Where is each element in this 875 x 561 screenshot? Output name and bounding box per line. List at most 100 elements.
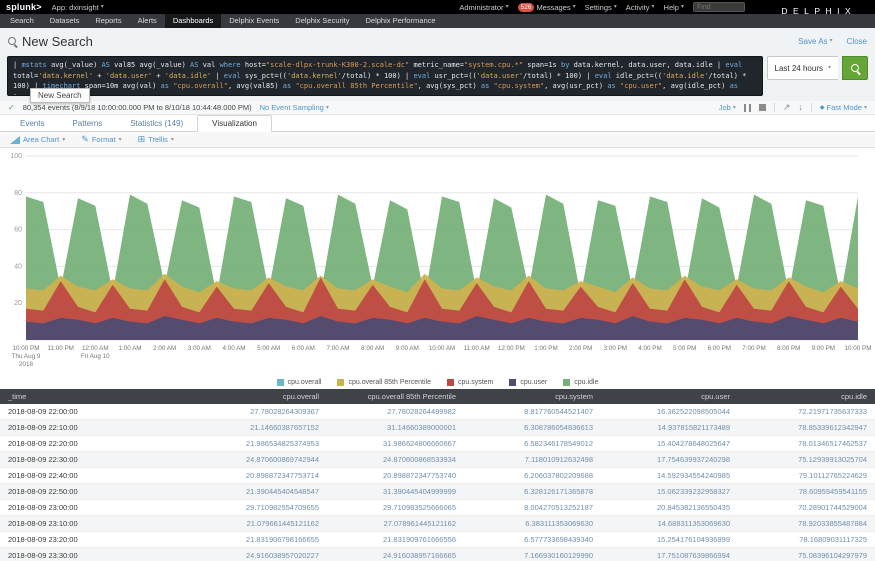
area-chart-svg[interactable]: 2040608010010:00 PM11:00 PM12:00 AM1:00 …: [0, 148, 875, 370]
cell-value[interactable]: 31.14660389000001: [327, 420, 464, 436]
time-range-picker[interactable]: Last 24 hours ▾: [767, 56, 839, 80]
legend-item-cpu-user[interactable]: cpu.user: [509, 379, 547, 386]
tab-visualization[interactable]: Visualization: [197, 115, 272, 132]
cell-value[interactable]: 78.16809031117325: [738, 532, 875, 548]
search-button[interactable]: [842, 56, 868, 80]
cell-value[interactable]: 21.079661445121162: [190, 516, 327, 532]
legend-item-cpu-overall[interactable]: cpu.overall: [277, 379, 322, 386]
cell-value[interactable]: 24.870600869742944: [190, 452, 327, 468]
cell-value[interactable]: 21.831906798166655: [190, 532, 327, 548]
legend-item-cpu-overall-85th-percentile[interactable]: cpu.overall 85th Percentile: [337, 379, 431, 386]
cell-value[interactable]: 15.404278648025647: [601, 436, 738, 452]
cell-value[interactable]: 14.592934554240985: [601, 468, 738, 484]
column-header-cpu-system[interactable]: cpu.system: [464, 389, 601, 404]
cell-value[interactable]: 21.390445404548547: [190, 484, 327, 500]
cell-value[interactable]: 15.254176104936899: [601, 532, 738, 548]
cell-value[interactable]: 21.986534825374953: [190, 436, 327, 452]
nav-item-datasets[interactable]: Datasets: [42, 14, 88, 28]
cell-value[interactable]: 6.383111353069630: [464, 516, 601, 532]
close-button[interactable]: Close: [847, 37, 867, 46]
app-menu[interactable]: App: dxinsight ▾: [52, 3, 104, 12]
cell-value[interactable]: 78.85339612342947: [738, 420, 875, 436]
cell-value[interactable]: 20.898872347753740: [327, 468, 464, 484]
cell-value[interactable]: 8.817760544521407: [464, 404, 601, 420]
cell-value[interactable]: 75.12939913025704: [738, 452, 875, 468]
chart-type-button[interactable]: Area Chart ▾: [10, 135, 65, 144]
cell-value[interactable]: 6.206037802209688: [464, 468, 601, 484]
tab-patterns[interactable]: Patterns: [58, 116, 116, 131]
cell-value[interactable]: 17.754639937240298: [601, 452, 738, 468]
cell-time[interactable]: 2018-08-09 22:10:00: [0, 420, 190, 436]
nav-item-search[interactable]: Search: [2, 14, 42, 28]
cell-value[interactable]: 79.10112765224629: [738, 468, 875, 484]
search-input[interactable]: | mstats avg(_value) AS val85 avg(_value…: [7, 56, 763, 96]
column-header-cpu-idle[interactable]: cpu.idle: [738, 389, 875, 404]
cell-value[interactable]: 27.78028264499982: [327, 404, 464, 420]
stop-icon[interactable]: [759, 104, 766, 111]
cell-value[interactable]: 7.118010912632498: [464, 452, 601, 468]
cell-value[interactable]: 78.01346517462537: [738, 436, 875, 452]
cell-value[interactable]: 24.916038957166665: [327, 548, 464, 561]
export-icon[interactable]: ↓: [798, 103, 803, 112]
cell-value[interactable]: 21.14660387657152: [190, 420, 327, 436]
column-header-cpu-overall-85th-percentile[interactable]: cpu.overall 85th Percentile: [327, 389, 464, 404]
cell-value[interactable]: 20.845382136550435: [601, 500, 738, 516]
cell-time[interactable]: 2018-08-09 23:10:00: [0, 516, 190, 532]
nav-item-delphix-performance[interactable]: Delphix Performance: [358, 14, 444, 28]
cell-value[interactable]: 6.328126171365878: [464, 484, 601, 500]
cell-value[interactable]: 14.688311353069630: [601, 516, 738, 532]
cell-value[interactable]: 16.362522098505044: [601, 404, 738, 420]
cell-time[interactable]: 2018-08-09 23:00:00: [0, 500, 190, 516]
admin-menu[interactable]: Administrator ▾: [459, 3, 508, 12]
legend-item-cpu-idle[interactable]: cpu.idle: [563, 379, 598, 386]
job-menu[interactable]: Job ▾: [719, 103, 736, 112]
nav-item-dashboards[interactable]: Dashboards: [165, 14, 221, 28]
cell-value[interactable]: 27.78028264309367: [190, 404, 327, 420]
column-header-cpu-user[interactable]: cpu.user: [601, 389, 738, 404]
cell-value[interactable]: 29.710983525666065: [327, 500, 464, 516]
cell-time[interactable]: 2018-08-09 23:20:00: [0, 532, 190, 548]
cell-value[interactable]: 31.986624806660667: [327, 436, 464, 452]
tab-events[interactable]: Events: [6, 116, 58, 131]
cell-value[interactable]: 78.60955459541155: [738, 484, 875, 500]
find-input[interactable]: [693, 2, 745, 12]
format-button[interactable]: ✎ Format ▾: [81, 135, 121, 144]
cell-value[interactable]: 29.710982554709655: [190, 500, 327, 516]
cell-value[interactable]: 6.582346178549012: [464, 436, 601, 452]
cell-time[interactable]: 2018-08-09 22:30:00: [0, 452, 190, 468]
cell-value[interactable]: 7.166930160129990: [464, 548, 601, 561]
messages-menu[interactable]: 526 Messages ▾: [518, 3, 576, 12]
cell-value[interactable]: 17.751087639866994: [601, 548, 738, 561]
cell-value[interactable]: 6.577733698439340: [464, 532, 601, 548]
cell-value[interactable]: 70.28901744529004: [738, 500, 875, 516]
nav-item-delphix-events[interactable]: Delphix Events: [221, 14, 287, 28]
column-header-cpu-overall[interactable]: cpu.overall: [190, 389, 327, 404]
search-mode-menu[interactable]: ◆ Fast Mode ▾: [820, 103, 867, 112]
save-as-button[interactable]: Save As ▾: [798, 37, 832, 46]
cell-time[interactable]: 2018-08-09 23:30:00: [0, 548, 190, 561]
activity-menu[interactable]: Activity ▾: [626, 3, 655, 12]
cell-value[interactable]: 78.92033855487884: [738, 516, 875, 532]
cell-value[interactable]: 24.916038957020227: [190, 548, 327, 561]
nav-item-delphix-security[interactable]: Delphix Security: [287, 14, 357, 28]
settings-menu[interactable]: Settings ▾: [585, 3, 617, 12]
cell-time[interactable]: 2018-08-09 22:50:00: [0, 484, 190, 500]
help-menu[interactable]: Help ▾: [664, 3, 684, 12]
splunk-logo[interactable]: splunk>: [6, 2, 42, 12]
cell-time[interactable]: 2018-08-09 22:40:00: [0, 468, 190, 484]
cell-value[interactable]: 8.004270513252187: [464, 500, 601, 516]
tab-statistics-149-[interactable]: Statistics (149): [116, 116, 197, 131]
pause-icon[interactable]: [744, 104, 751, 112]
cell-value[interactable]: 24.870600868533934: [327, 452, 464, 468]
share-icon[interactable]: ↗: [783, 103, 791, 112]
cell-value[interactable]: 27.078961445121162: [327, 516, 464, 532]
cell-time[interactable]: 2018-08-09 22:00:00: [0, 404, 190, 420]
cell-value[interactable]: 21.831909761666556: [327, 532, 464, 548]
cell-value[interactable]: 14.937815821173489: [601, 420, 738, 436]
cell-value[interactable]: 15.062339232958327: [601, 484, 738, 500]
nav-item-alerts[interactable]: Alerts: [130, 14, 165, 28]
column-header--time[interactable]: _time: [0, 389, 190, 404]
nav-item-reports[interactable]: Reports: [87, 14, 129, 28]
trellis-button[interactable]: ⊞ Trellis ▾: [138, 135, 174, 144]
cell-value[interactable]: 75.08396104297979: [738, 548, 875, 561]
